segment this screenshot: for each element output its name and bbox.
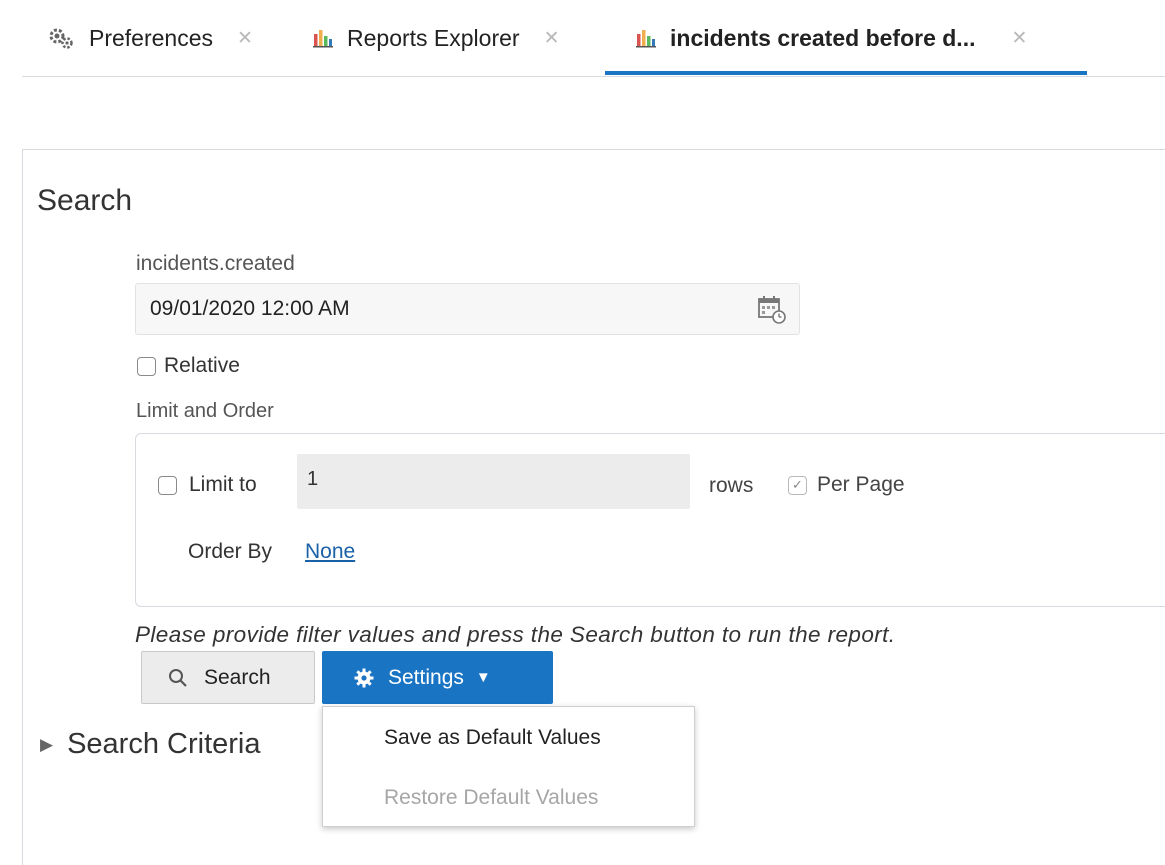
settings-button[interactable]: Settings ▼ [322,651,553,704]
limit-rows-input[interactable]: 1 [297,454,690,509]
limit-order-label: Limit and Order [136,400,274,422]
active-tab-indicator [605,71,1087,75]
tab-report-incidents[interactable]: incidents created before d... ✕ [636,0,1027,76]
search-icon [168,668,188,688]
relative-label: Relative [164,354,240,377]
per-page-label: Per Page [817,473,905,496]
menu-item-restore-defaults: Restore Default Values [384,786,599,809]
tab-preferences[interactable]: Preferences ✕ [47,0,253,76]
bar-chart-icon [636,28,656,48]
triangle-right-icon: ▶ [40,734,54,754]
order-by-link[interactable]: None [305,540,355,564]
tab-bar: Preferences ✕ Reports Explorer ✕ inciden… [0,0,1165,76]
rows-label: rows [709,474,754,497]
tab-reports-explorer[interactable]: Reports Explorer ✕ [313,0,560,76]
menu-item-save-defaults[interactable]: Save as Default Values [384,726,601,750]
close-icon[interactable]: ✕ [1011,27,1027,50]
search-hint: Please provide filter values and press t… [135,622,896,647]
date-value: 09/01/2020 12:00 AM [150,297,350,320]
per-page-row[interactable]: ✓ Per Page [788,473,905,497]
gear-cluster-icon [47,25,75,51]
relative-checkbox-row[interactable]: Relative [137,354,240,378]
report-toolbar [22,76,1165,150]
search-section-title: Search [37,184,133,217]
search-button-label: Search [204,665,271,689]
tab-label: Preferences [89,24,214,51]
bar-chart-icon [313,28,333,48]
search-criteria-label: Search Criteria [67,728,261,760]
limit-to-label: Limit to [189,473,257,496]
calendar-clock-icon[interactable] [757,295,787,331]
limit-value: 1 [307,468,319,490]
tab-label: Reports Explorer [347,24,520,51]
tab-label: incidents created before d... [670,24,976,51]
settings-menu: Save as Default Values Restore Default V… [322,706,695,827]
gear-icon [354,668,374,688]
limit-to-checkbox[interactable] [158,475,177,495]
settings-button-label: Settings [388,665,464,689]
per-page-checkbox[interactable]: ✓ [788,475,807,495]
search-criteria-toggle[interactable]: ▶ Search Criteria [40,728,260,761]
caret-down-icon: ▼ [475,669,491,686]
created-date-input[interactable]: 09/01/2020 12:00 AM [135,283,800,335]
search-button[interactable]: Search [141,651,315,704]
order-by-label: Order By [188,540,273,563]
content-border [22,76,23,865]
created-field-label: incidents.created [136,252,295,275]
close-icon[interactable]: ✕ [237,27,253,50]
close-icon[interactable]: ✕ [544,27,560,50]
relative-checkbox[interactable] [137,356,156,376]
limit-to-row[interactable]: Limit to [158,473,257,497]
